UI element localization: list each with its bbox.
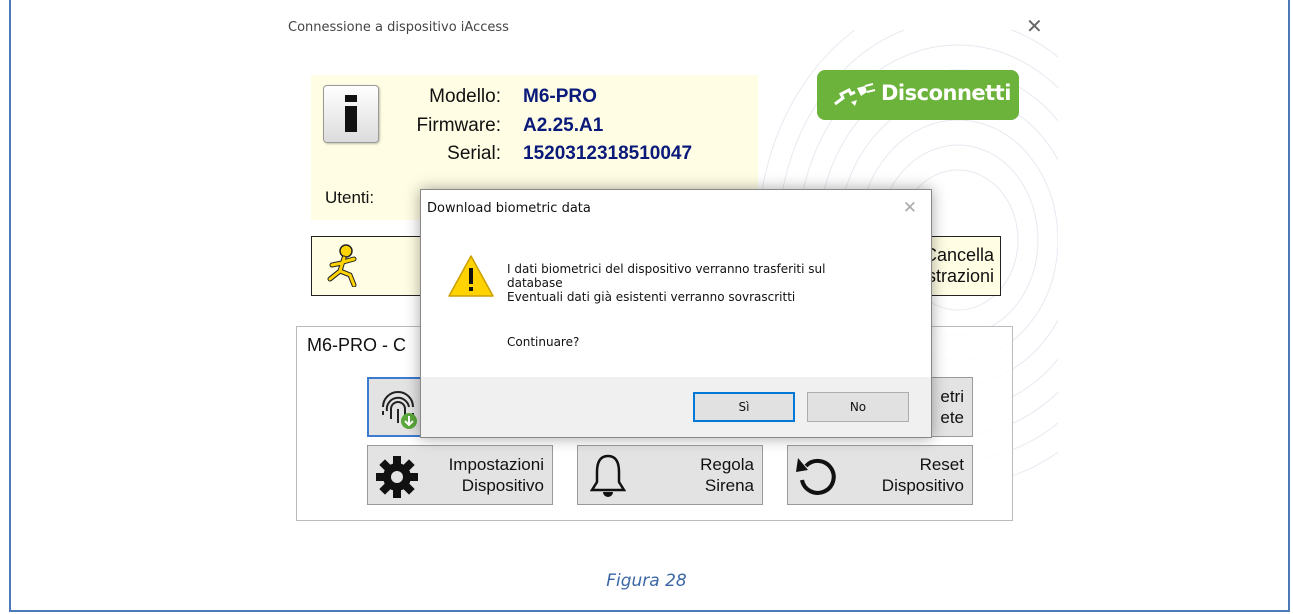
- network-line2: ete: [940, 408, 964, 427]
- dialog-question: Continuare?: [507, 335, 580, 349]
- firmware-label: Firmware:: [416, 115, 501, 136]
- serial-label: Serial:: [447, 143, 501, 164]
- aim-user-icon[interactable]: [324, 243, 364, 287]
- delete-registrations-button[interactable]: Cancella strazioni: [924, 245, 994, 287]
- users-label: Utenti:: [325, 188, 375, 207]
- figure-caption: Figura 28: [606, 571, 687, 591]
- dialog-title: Download biometric data: [427, 201, 591, 216]
- siren-line1: Regola: [700, 455, 754, 474]
- gear-icon: [376, 456, 418, 498]
- window-close-button[interactable]: ✕: [1026, 16, 1043, 36]
- yes-button[interactable]: Sì: [693, 392, 795, 422]
- reset-line2: Dispositivo: [881, 476, 964, 495]
- model-label: Modello:: [429, 86, 501, 107]
- bell-icon: [589, 454, 627, 497]
- warning-icon: [448, 255, 494, 297]
- window-title: Connessione a dispositivo iAccess: [288, 20, 509, 35]
- dialog-footer: Sì No: [421, 377, 931, 437]
- disconnect-label: Disconnetti: [881, 81, 1011, 105]
- dialog-message-line2: database: [507, 276, 563, 290]
- adjust-siren-button[interactable]: Regola Sirena: [577, 445, 763, 505]
- reset-line1: Reset: [919, 455, 964, 474]
- firmware-value: A2.25.A1: [523, 115, 604, 136]
- dialog-message: I dati biometrici del dispositivo verran…: [507, 262, 917, 304]
- network-line1: etri: [940, 387, 964, 406]
- no-button[interactable]: No: [807, 392, 909, 422]
- info-icon: [323, 85, 379, 143]
- device-settings-button[interactable]: Impostazioni Dispositivo: [367, 445, 553, 505]
- reset-device-button[interactable]: Reset Dispositivo: [787, 445, 973, 505]
- dialog-close-button[interactable]: ✕: [903, 198, 917, 218]
- model-value: M6-PRO: [523, 86, 597, 107]
- disconnect-button[interactable]: Disconnetti: [817, 70, 1019, 120]
- plug-disconnect-icon: [834, 83, 876, 106]
- settings-line2: Dispositivo: [461, 476, 544, 495]
- reset-icon: [796, 458, 836, 495]
- serial-value: 1520312318510047: [523, 143, 693, 164]
- dialog-message-line1: I dati biometrici del dispositivo verran…: [507, 262, 826, 276]
- settings-line1: Impostazioni: [448, 455, 544, 474]
- group-title: M6-PRO - C: [307, 335, 406, 355]
- delete-line1: Cancella: [923, 245, 994, 265]
- siren-line2: Sirena: [704, 476, 754, 495]
- dialog-message-line3: Eventuali dati già esistenti verranno so…: [507, 290, 796, 304]
- delete-line2: strazioni: [926, 266, 994, 286]
- fingerprint-download-icon: [382, 391, 417, 429]
- download-biometric-dialog: Download biometric data ✕ I dati biometr…: [420, 189, 932, 438]
